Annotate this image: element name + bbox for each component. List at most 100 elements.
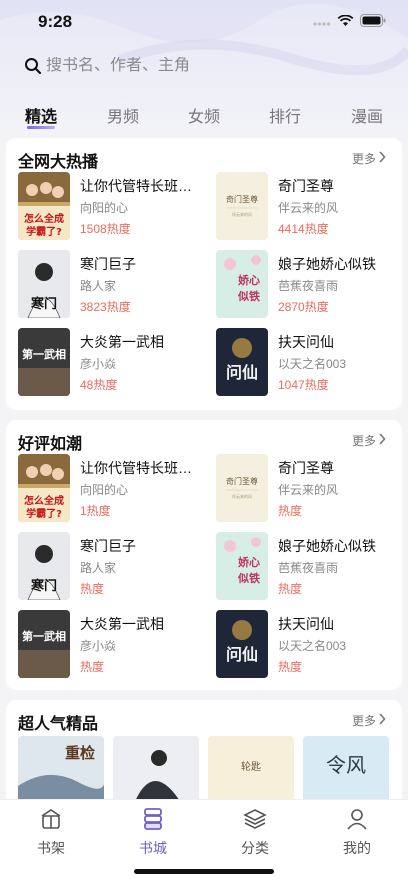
svg-text:伴云来的风: 伴云来的风 bbox=[232, 211, 252, 217]
book-author: 伴云来的风 bbox=[278, 201, 339, 215]
book-item[interactable]: 娇心 似铁 娘子她娇心似铁 芭蕉夜喜雨 2870热度 bbox=[216, 250, 406, 318]
book-author: 向阳的心 bbox=[80, 483, 129, 497]
book-cover: 怎么全成 学霸了? bbox=[18, 172, 70, 240]
more-link[interactable]: 更多 bbox=[352, 432, 386, 449]
book-cover: 奇门圣尊 伴云来的风 bbox=[216, 172, 268, 240]
section-praised: 好评如潮 更多 怎么全成 学霸了? 让你代管特长班… 向阳的心 1热度 奇门圣尊 bbox=[6, 420, 402, 690]
profile-icon bbox=[344, 806, 370, 832]
signal-icon bbox=[313, 14, 331, 32]
tab-ranking[interactable]: 排行 bbox=[269, 103, 301, 127]
more-link[interactable]: 更多 bbox=[352, 150, 386, 167]
category-tabs: 精选 男频 女频 排行 漫画 bbox=[0, 103, 408, 131]
book-author: 芭蕉夜喜雨 bbox=[278, 279, 339, 293]
tab-featured[interactable]: 精选 bbox=[25, 103, 57, 127]
book-title: 大炎第一武相 bbox=[80, 616, 164, 632]
home-indicator bbox=[134, 869, 274, 874]
svg-text:娇心: 娇心 bbox=[238, 273, 260, 287]
status-bar: 9:28 bbox=[0, 0, 408, 44]
book-cover: 问仙 bbox=[216, 328, 268, 396]
svg-text:第一武相: 第一武相 bbox=[22, 347, 66, 361]
section-title: 好评如潮 bbox=[18, 436, 83, 453]
book-cover: 怎么全成 学霸了? bbox=[18, 454, 70, 522]
nav-category[interactable]: 分类 bbox=[225, 806, 285, 858]
book-item[interactable]: 寒门 寒门巨子 路人家 3823热度 bbox=[18, 250, 208, 318]
book-heat: 热度 bbox=[80, 582, 105, 596]
book-heat: 1热度 bbox=[80, 504, 111, 518]
book-author: 彦小焱 bbox=[80, 357, 117, 371]
book-title: 奇门圣尊 bbox=[278, 460, 334, 476]
book-item[interactable]: 问仙 扶天问仙 以天之名003 热度 bbox=[216, 610, 406, 678]
book-heat: 3823热度 bbox=[80, 300, 131, 314]
book-item[interactable]: 第一武相 大炎第一武相 彦小焱 48热度 bbox=[18, 328, 208, 396]
book-heat: 热度 bbox=[278, 660, 303, 674]
svg-text:奇门圣尊: 奇门圣尊 bbox=[226, 194, 258, 204]
book-item[interactable]: 第一武相 大炎第一武相 彦小焱 热度 bbox=[18, 610, 208, 678]
active-tab-indicator bbox=[27, 126, 55, 129]
section-hot: 全网大热播 更多 怎么全成 学霸了? 让你代管特长班… 向阳的心 1508热度 … bbox=[6, 138, 402, 410]
bookstore-icon bbox=[140, 806, 166, 832]
bookshelf-icon bbox=[38, 806, 64, 832]
book-item[interactable]: 怎么全成 学霸了? 让你代管特长班… 向阳的心 1508热度 bbox=[18, 172, 208, 240]
book-heat: 2870热度 bbox=[278, 300, 329, 314]
book-cover: 奇门圣尊 伴云来的风 bbox=[216, 454, 268, 522]
section-popular: 超人气精品 更多 重检 轮匙 令风 bbox=[6, 700, 402, 810]
book-item[interactable]: 寒门 寒门巨子 路人家 热度 bbox=[18, 532, 208, 600]
book-heat: 48热度 bbox=[80, 378, 118, 392]
book-title: 让你代管特长班… bbox=[80, 460, 192, 476]
book-item[interactable]: 奇门圣尊 伴云来的风 奇门圣尊 伴云来的风 热度 bbox=[216, 454, 406, 522]
chevron-right-icon bbox=[378, 151, 386, 166]
svg-text:怎么全成: 怎么全成 bbox=[24, 212, 64, 225]
tab-comics[interactable]: 漫画 bbox=[351, 103, 383, 127]
svg-text:寒门: 寒门 bbox=[30, 296, 57, 312]
tab-male[interactable]: 男频 bbox=[107, 103, 139, 127]
book-cover[interactable]: 令风 bbox=[303, 736, 389, 806]
book-heat: 热度 bbox=[80, 660, 105, 674]
wifi-icon bbox=[337, 14, 354, 32]
book-cover: 娇心 似铁 bbox=[216, 250, 268, 318]
svg-text:第一武相: 第一武相 bbox=[22, 629, 66, 643]
book-author: 向阳的心 bbox=[80, 201, 129, 215]
book-title: 娘子她娇心似铁 bbox=[278, 538, 376, 554]
chevron-right-icon bbox=[378, 713, 386, 728]
book-cover[interactable]: 轮匙 bbox=[208, 736, 294, 806]
svg-text:怎么全成: 怎么全成 bbox=[24, 494, 64, 507]
status-time: 9:28 bbox=[38, 12, 73, 31]
book-heat: 1047热度 bbox=[278, 378, 329, 392]
book-title: 奇门圣尊 bbox=[278, 178, 334, 194]
svg-text:伴云来的风: 伴云来的风 bbox=[232, 493, 252, 499]
book-author: 路人家 bbox=[80, 279, 117, 293]
book-item[interactable]: 问仙 扶天问仙 以天之名003 1047热度 bbox=[216, 328, 406, 396]
book-title: 大炎第一武相 bbox=[80, 334, 164, 350]
book-author: 彦小焱 bbox=[80, 639, 117, 653]
search-input[interactable] bbox=[46, 57, 346, 75]
category-icon bbox=[242, 806, 268, 832]
nav-bookshelf[interactable]: 书架 bbox=[21, 806, 81, 858]
book-author: 芭蕉夜喜雨 bbox=[278, 561, 339, 575]
more-label: 更多 bbox=[351, 714, 376, 728]
svg-text:问仙: 问仙 bbox=[226, 645, 258, 664]
search-bar[interactable] bbox=[16, 50, 392, 82]
nav-label: 我的 bbox=[343, 840, 371, 856]
book-title: 扶天问仙 bbox=[278, 616, 334, 632]
book-cover[interactable] bbox=[113, 736, 199, 806]
battery-icon bbox=[360, 14, 386, 32]
book-title: 寒门巨子 bbox=[80, 256, 136, 272]
book-item[interactable]: 娇心 似铁 娘子她娇心似铁 芭蕉夜喜雨 热度 bbox=[216, 532, 406, 600]
book-cover: 娇心 似铁 bbox=[216, 532, 268, 600]
book-item[interactable]: 怎么全成 学霸了? 让你代管特长班… 向阳的心 1热度 bbox=[18, 454, 208, 522]
chevron-right-icon bbox=[378, 433, 386, 448]
book-title: 寒门巨子 bbox=[80, 538, 136, 554]
svg-text:似铁: 似铁 bbox=[237, 289, 260, 303]
book-item[interactable]: 奇门圣尊 伴云来的风 奇门圣尊 伴云来的风 4414热度 bbox=[216, 172, 406, 240]
tab-female[interactable]: 女频 bbox=[188, 103, 220, 127]
nav-profile[interactable]: 我的 bbox=[327, 806, 387, 858]
nav-bookstore[interactable]: 书城 bbox=[123, 806, 183, 858]
svg-text:娇心: 娇心 bbox=[238, 555, 260, 569]
more-link[interactable]: 更多 bbox=[352, 712, 386, 729]
book-cover[interactable]: 重检 bbox=[18, 736, 104, 806]
book-title: 娘子她娇心似铁 bbox=[278, 256, 376, 272]
section-title: 超人气精品 bbox=[18, 716, 99, 733]
book-cover: 问仙 bbox=[216, 610, 268, 678]
book-cover: 寒门 bbox=[18, 250, 70, 318]
book-author: 以天之名003 bbox=[278, 639, 347, 653]
